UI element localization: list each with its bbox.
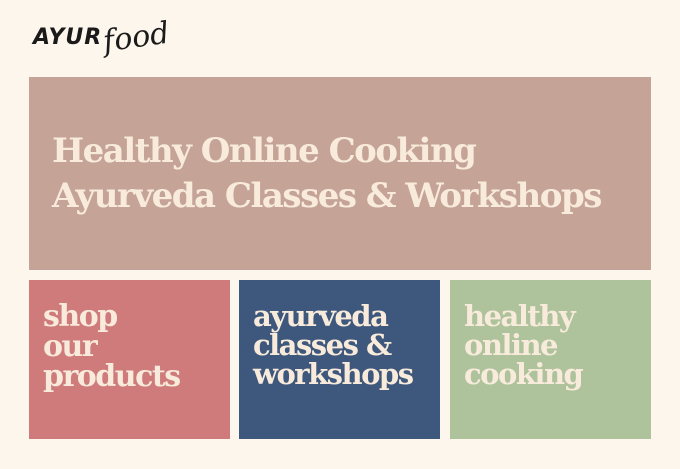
ayurveda-classes-tile[interactable]: ayurveda classes & workshops — [239, 280, 440, 439]
tile-label-line: healthy — [464, 299, 576, 333]
tile-label-line: online — [464, 328, 559, 362]
tile-label-line: shop — [43, 299, 118, 334]
tile-label-line: ayurveda — [253, 299, 389, 333]
logo-wordmark-caps: AYUR — [33, 25, 103, 50]
logo-wordmark-script: food — [101, 15, 172, 60]
tile-label-line: classes & — [253, 328, 392, 362]
tile-label-line: our — [43, 329, 98, 364]
tile-label-line: products — [43, 359, 181, 394]
hero-title-line-2: Ayurveda Classes & Workshops — [52, 176, 602, 216]
shop-products-tile[interactable]: shop our products — [29, 280, 230, 439]
hero-title-line-1: Healthy Online Cooking — [52, 131, 477, 171]
hero-banner: Healthy Online Cooking Ayurveda Classes … — [29, 77, 651, 270]
healthy-cooking-tile[interactable]: healthy online cooking — [450, 280, 651, 439]
tile-label-line: workshops — [253, 357, 414, 391]
ayurfood-logo[interactable]: AYUR food — [33, 10, 172, 65]
tile-label-line: cooking — [464, 357, 584, 391]
